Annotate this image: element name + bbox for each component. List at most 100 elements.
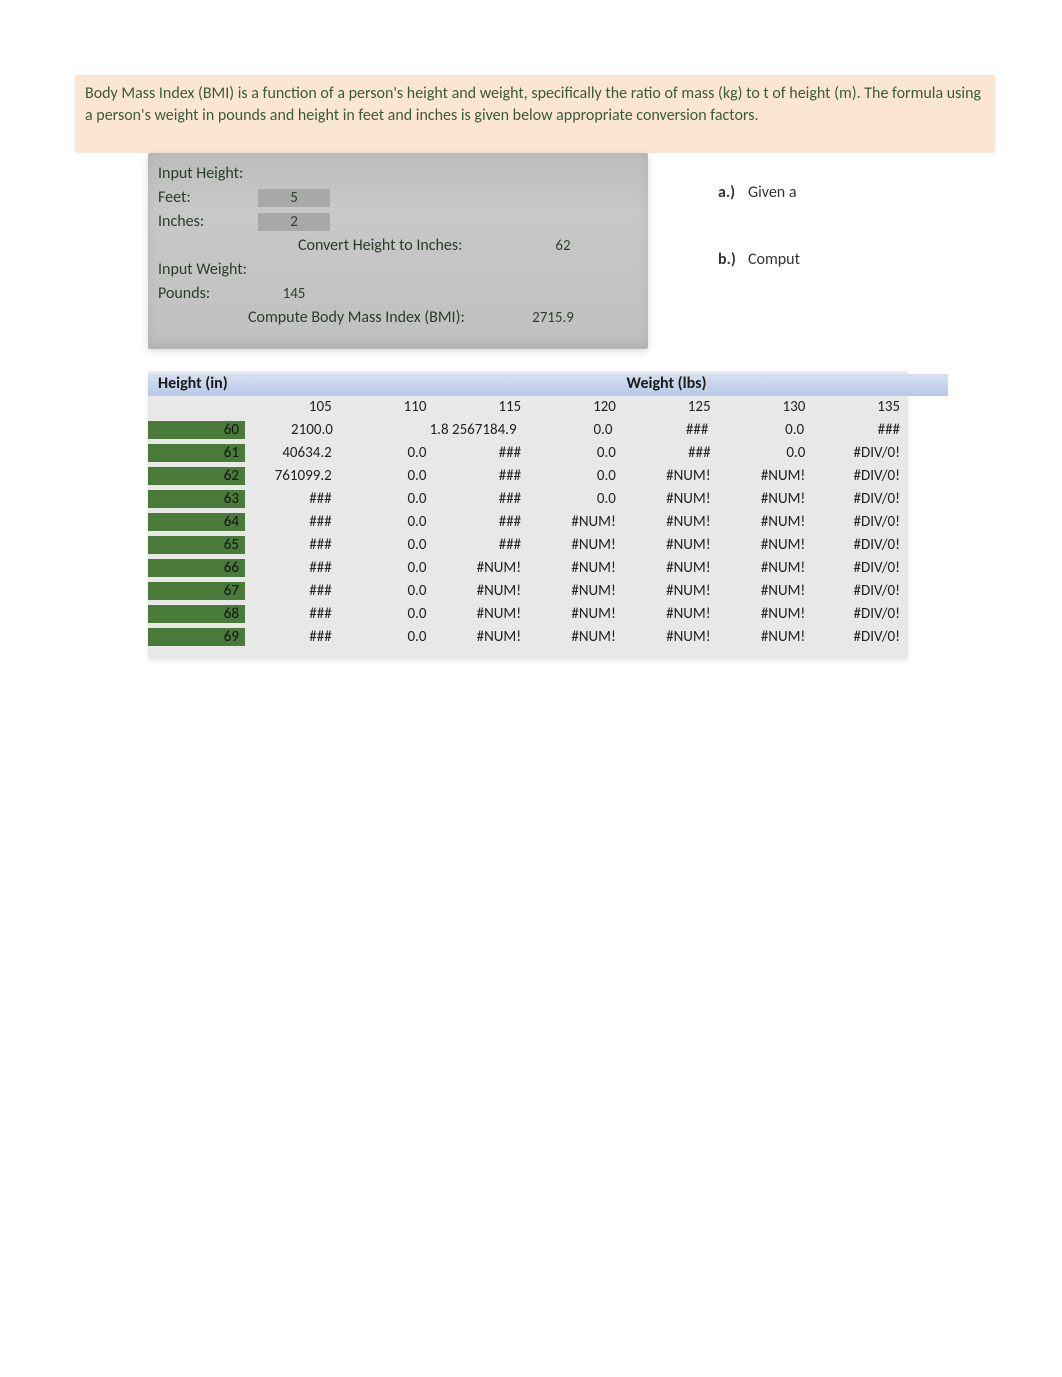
bmi-value: 2715.9	[518, 309, 588, 327]
data-cell: #DIV/0!	[813, 513, 908, 531]
data-cell: #NUM!	[529, 582, 624, 600]
data-cell: #DIV/0!	[813, 582, 908, 600]
data-cell: ###	[434, 513, 529, 531]
col-header: 105	[245, 398, 340, 416]
col-header: 130	[719, 398, 814, 416]
height-cell: 63	[148, 490, 245, 508]
data-cell: ###	[245, 628, 340, 646]
data-cell: #DIV/0!	[813, 444, 908, 462]
item-a-label: a.)	[718, 183, 748, 202]
height-cell: 65	[148, 536, 245, 554]
table-row: 67###0.0#NUM!#NUM!#NUM!#NUM!#DIV/0!	[148, 580, 908, 603]
data-cell: 0.0	[525, 421, 621, 439]
data-cell: #NUM!	[624, 605, 719, 623]
data-cell: 0.0	[529, 467, 624, 485]
data-cell: 1.8 2567184.9	[341, 421, 525, 439]
data-cell: 0.0	[340, 605, 435, 623]
data-cell: ###	[245, 582, 340, 600]
data-cell: #NUM!	[529, 605, 624, 623]
input-height-label: Input Height:	[158, 164, 258, 183]
height-cell: 62	[148, 467, 245, 485]
data-cell: ###	[434, 536, 529, 554]
data-cell: 0.0	[529, 444, 624, 462]
input-weight-label: Input Weight:	[158, 260, 258, 279]
data-cell: #DIV/0!	[813, 490, 908, 508]
column-header-row: 105110115120125130135	[148, 396, 908, 419]
data-cell: #NUM!	[624, 536, 719, 554]
data-cell: #NUM!	[624, 467, 719, 485]
table-row: 602100.01.8 2567184.90.0###0.0###	[148, 419, 908, 442]
data-cell: #NUM!	[529, 536, 624, 554]
data-cell: #NUM!	[624, 513, 719, 531]
data-cell: #NUM!	[434, 628, 529, 646]
data-cell: 0.0	[340, 536, 435, 554]
data-cell: 0.0	[340, 444, 435, 462]
inches-input[interactable]: 2	[258, 213, 330, 231]
data-cell: #NUM!	[624, 559, 719, 577]
data-cell: #NUM!	[624, 490, 719, 508]
data-cell: 0.0	[340, 467, 435, 485]
col-header: 125	[624, 398, 719, 416]
data-cell: 0.0	[340, 559, 435, 577]
data-cell: #DIV/0!	[813, 628, 908, 646]
item-b-text: Comput	[748, 250, 800, 269]
data-cell: #NUM!	[434, 582, 529, 600]
weight-header: Weight (lbs)	[245, 374, 908, 393]
table-row: 69###0.0#NUM!#NUM!#NUM!#NUM!#DIV/0!	[148, 626, 908, 649]
data-cell: 0.0	[340, 628, 435, 646]
data-cell: #DIV/0!	[813, 536, 908, 554]
data-cell: #DIV/0!	[813, 467, 908, 485]
data-cell: #NUM!	[529, 513, 624, 531]
data-cell: ###	[624, 444, 719, 462]
table-row: 62761099.20.0###0.0#NUM!#NUM!#DIV/0!	[148, 465, 908, 488]
data-cell: #NUM!	[719, 536, 814, 554]
data-cell: #NUM!	[529, 559, 624, 577]
col-header: 135	[813, 398, 908, 416]
data-cell: ###	[245, 605, 340, 623]
table-row: 66###0.0#NUM!#NUM!#NUM!#NUM!#DIV/0!	[148, 557, 908, 580]
data-cell: #DIV/0!	[813, 605, 908, 623]
table-row: 68###0.0#NUM!#NUM!#NUM!#NUM!#DIV/0!	[148, 603, 908, 626]
height-cell: 69	[148, 628, 245, 646]
data-cell: 40634.2	[245, 444, 340, 462]
table-row: 63###0.0###0.0#NUM!#NUM!#DIV/0!	[148, 488, 908, 511]
feet-input[interactable]: 5	[258, 189, 330, 207]
data-cell: #DIV/0!	[813, 559, 908, 577]
data-cell: 0.0	[340, 582, 435, 600]
intro-box: Body Mass Index (BMI) is a function of a…	[75, 75, 995, 153]
input-panel: Input Height: Feet: 5 Inches: 2 Convert …	[148, 153, 648, 349]
data-cell: 0.0	[716, 421, 812, 439]
data-cell: #NUM!	[434, 559, 529, 577]
data-cell: ###	[245, 536, 340, 554]
convert-height-value: 62	[528, 237, 598, 255]
pounds-label: Pounds:	[158, 284, 258, 303]
data-cell: #NUM!	[719, 605, 814, 623]
data-cell: ###	[434, 490, 529, 508]
data-cell: #NUM!	[719, 467, 814, 485]
convert-height-label: Convert Height to Inches:	[298, 236, 528, 255]
bmi-table: Height (in) Weight (lbs) 105110115120125…	[148, 371, 908, 659]
data-cell: #NUM!	[719, 513, 814, 531]
data-cell: #NUM!	[624, 582, 719, 600]
bmi-label: Compute Body Mass Index (BMI):	[248, 308, 518, 327]
table-row: 65###0.0####NUM!#NUM!#NUM!#DIV/0!	[148, 534, 908, 557]
data-cell: 0.0	[340, 490, 435, 508]
side-panel: a.) Given a b.) Comput	[718, 183, 853, 349]
data-cell: ###	[434, 467, 529, 485]
intro-text: Body Mass Index (BMI) is a function of a…	[85, 83, 985, 128]
inches-label: Inches:	[158, 212, 258, 231]
data-cell: 0.0	[719, 444, 814, 462]
height-cell: 67	[148, 582, 245, 600]
feet-label: Feet:	[158, 188, 258, 207]
item-b-label: b.)	[718, 250, 748, 269]
data-cell: ###	[620, 421, 716, 439]
item-a-text: Given a	[748, 183, 796, 202]
table-row: 64###0.0####NUM!#NUM!#NUM!#DIV/0!	[148, 511, 908, 534]
data-cell: 2100.0	[245, 421, 341, 439]
data-cell: ###	[434, 444, 529, 462]
data-cell: #NUM!	[719, 628, 814, 646]
data-cell: #NUM!	[719, 582, 814, 600]
col-header: 110	[340, 398, 435, 416]
data-cell: ###	[245, 490, 340, 508]
pounds-input[interactable]: 145	[258, 285, 330, 303]
